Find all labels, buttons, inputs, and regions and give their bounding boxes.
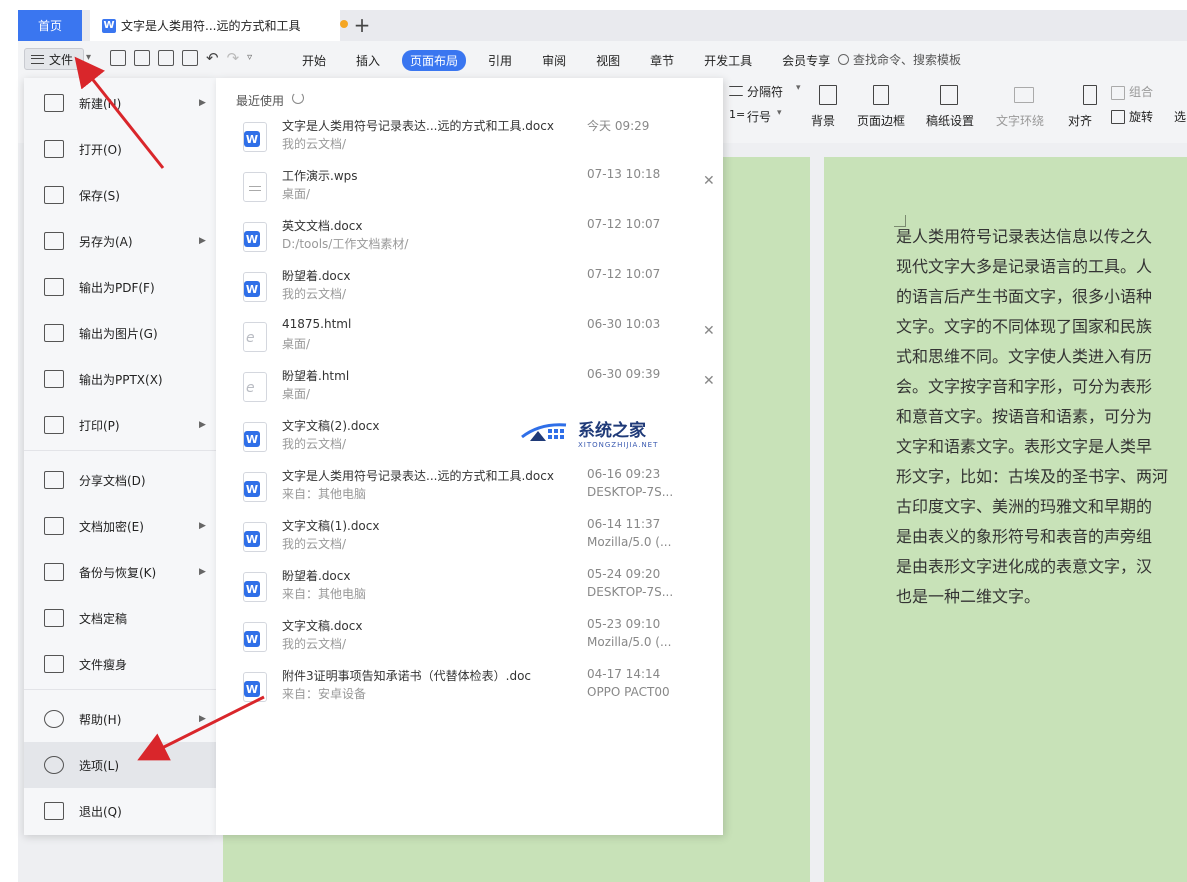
arrow-to-file-menu [74,56,165,169]
arrow-to-options [137,695,265,761]
annotation-arrows [74,56,265,761]
